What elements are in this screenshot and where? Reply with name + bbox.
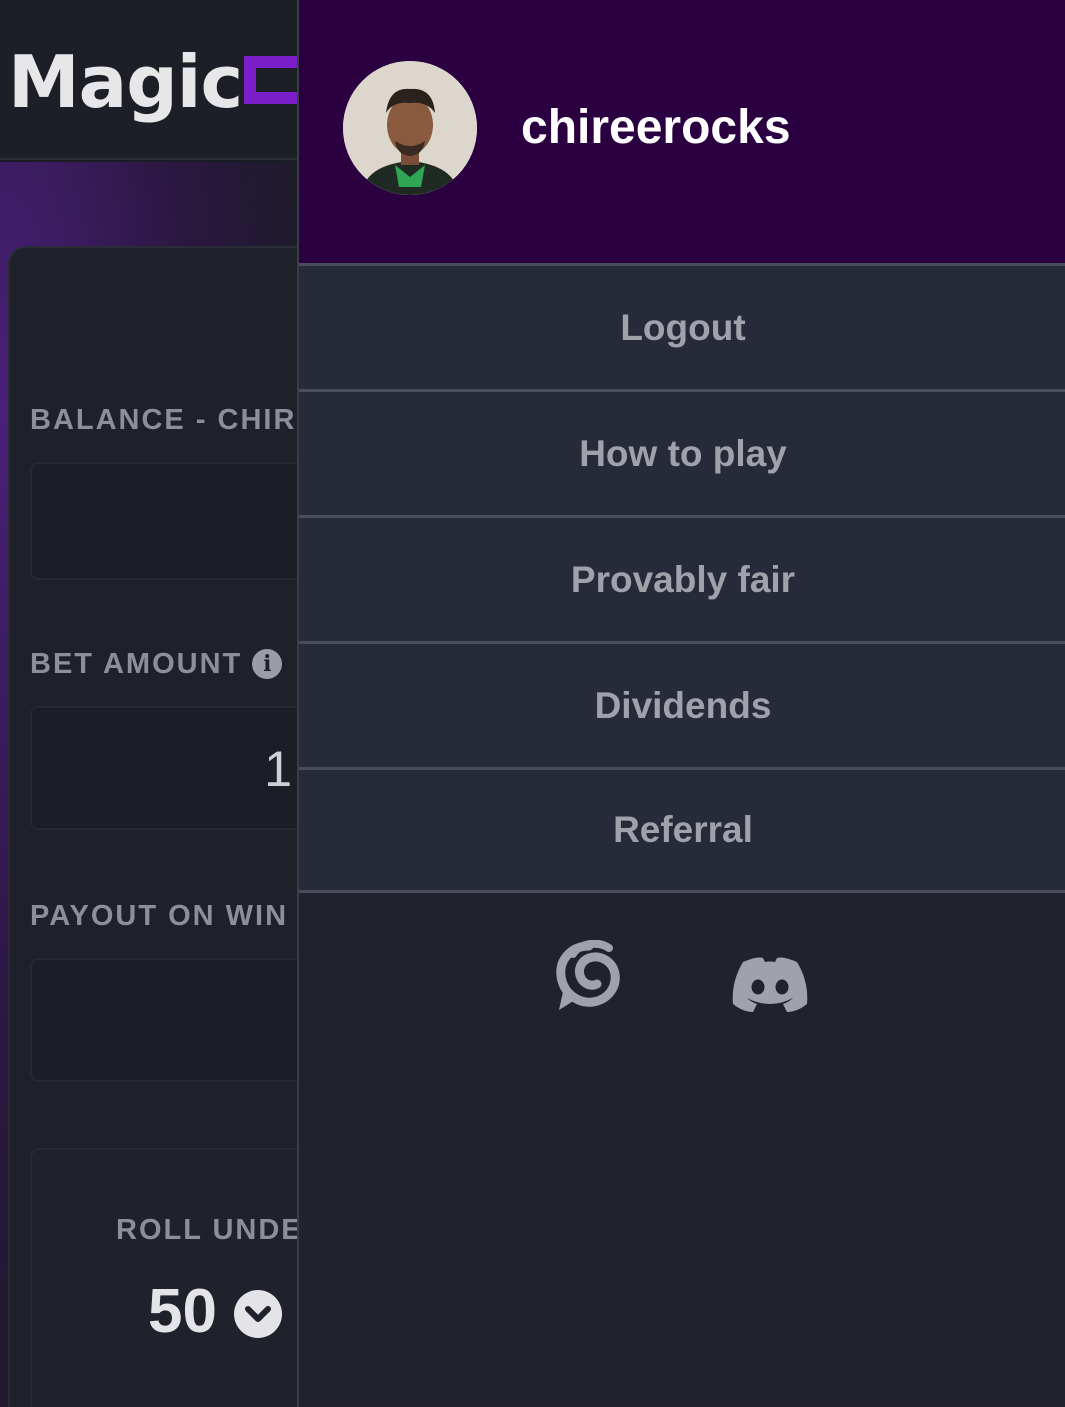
steemit-icon[interactable] bbox=[553, 939, 625, 1021]
payout-label: PAYOUT ON WIN bbox=[30, 900, 289, 932]
balance-label: BALANCE - CHIRE bbox=[30, 404, 300, 436]
logo-mark-icon bbox=[244, 56, 300, 104]
drawer-header: chireerocks bbox=[299, 0, 1065, 263]
drawer-menu: Logout How to play Provably fair Dividen… bbox=[299, 263, 1065, 893]
avatar[interactable] bbox=[343, 61, 477, 195]
bet-amount-label: BET AMOUNT i bbox=[30, 648, 283, 681]
info-icon[interactable]: i bbox=[252, 649, 283, 679]
roll-under-label: ROLL UNDEI bbox=[116, 1214, 300, 1246]
username: chireerocks bbox=[521, 101, 791, 154]
discord-icon[interactable] bbox=[729, 954, 811, 1019]
menu-item-dividends[interactable]: Dividends bbox=[299, 641, 1065, 767]
roll-under-box[interactable]: ROLL UNDEI 50 bbox=[30, 1148, 300, 1407]
payout-field bbox=[30, 958, 300, 1082]
background-app: Magic BALANCE - CHIRE BET AMOUNT i 1 PAYO… bbox=[0, 0, 300, 1407]
menu-item-referral[interactable]: Referral bbox=[299, 767, 1065, 893]
app-logo[interactable]: Magic bbox=[8, 40, 243, 124]
menu-item-how-to-play[interactable]: How to play bbox=[299, 389, 1065, 515]
bet-amount-input[interactable]: 1 bbox=[30, 706, 300, 830]
bet-amount-value: 1 bbox=[264, 741, 292, 797]
menu-item-provably-fair[interactable]: Provably fair bbox=[299, 515, 1065, 641]
roll-under-value: 50 bbox=[148, 1277, 217, 1346]
side-drawer: chireerocks Logout How to play Provably … bbox=[297, 0, 1065, 1407]
social-links bbox=[299, 939, 1065, 1030]
balance-field bbox=[30, 462, 300, 580]
bet-amount-label-text: BET AMOUNT bbox=[30, 648, 243, 680]
app-header: Magic bbox=[0, 0, 300, 160]
menu-item-logout[interactable]: Logout bbox=[299, 263, 1065, 389]
chevron-down-icon[interactable] bbox=[234, 1290, 282, 1338]
